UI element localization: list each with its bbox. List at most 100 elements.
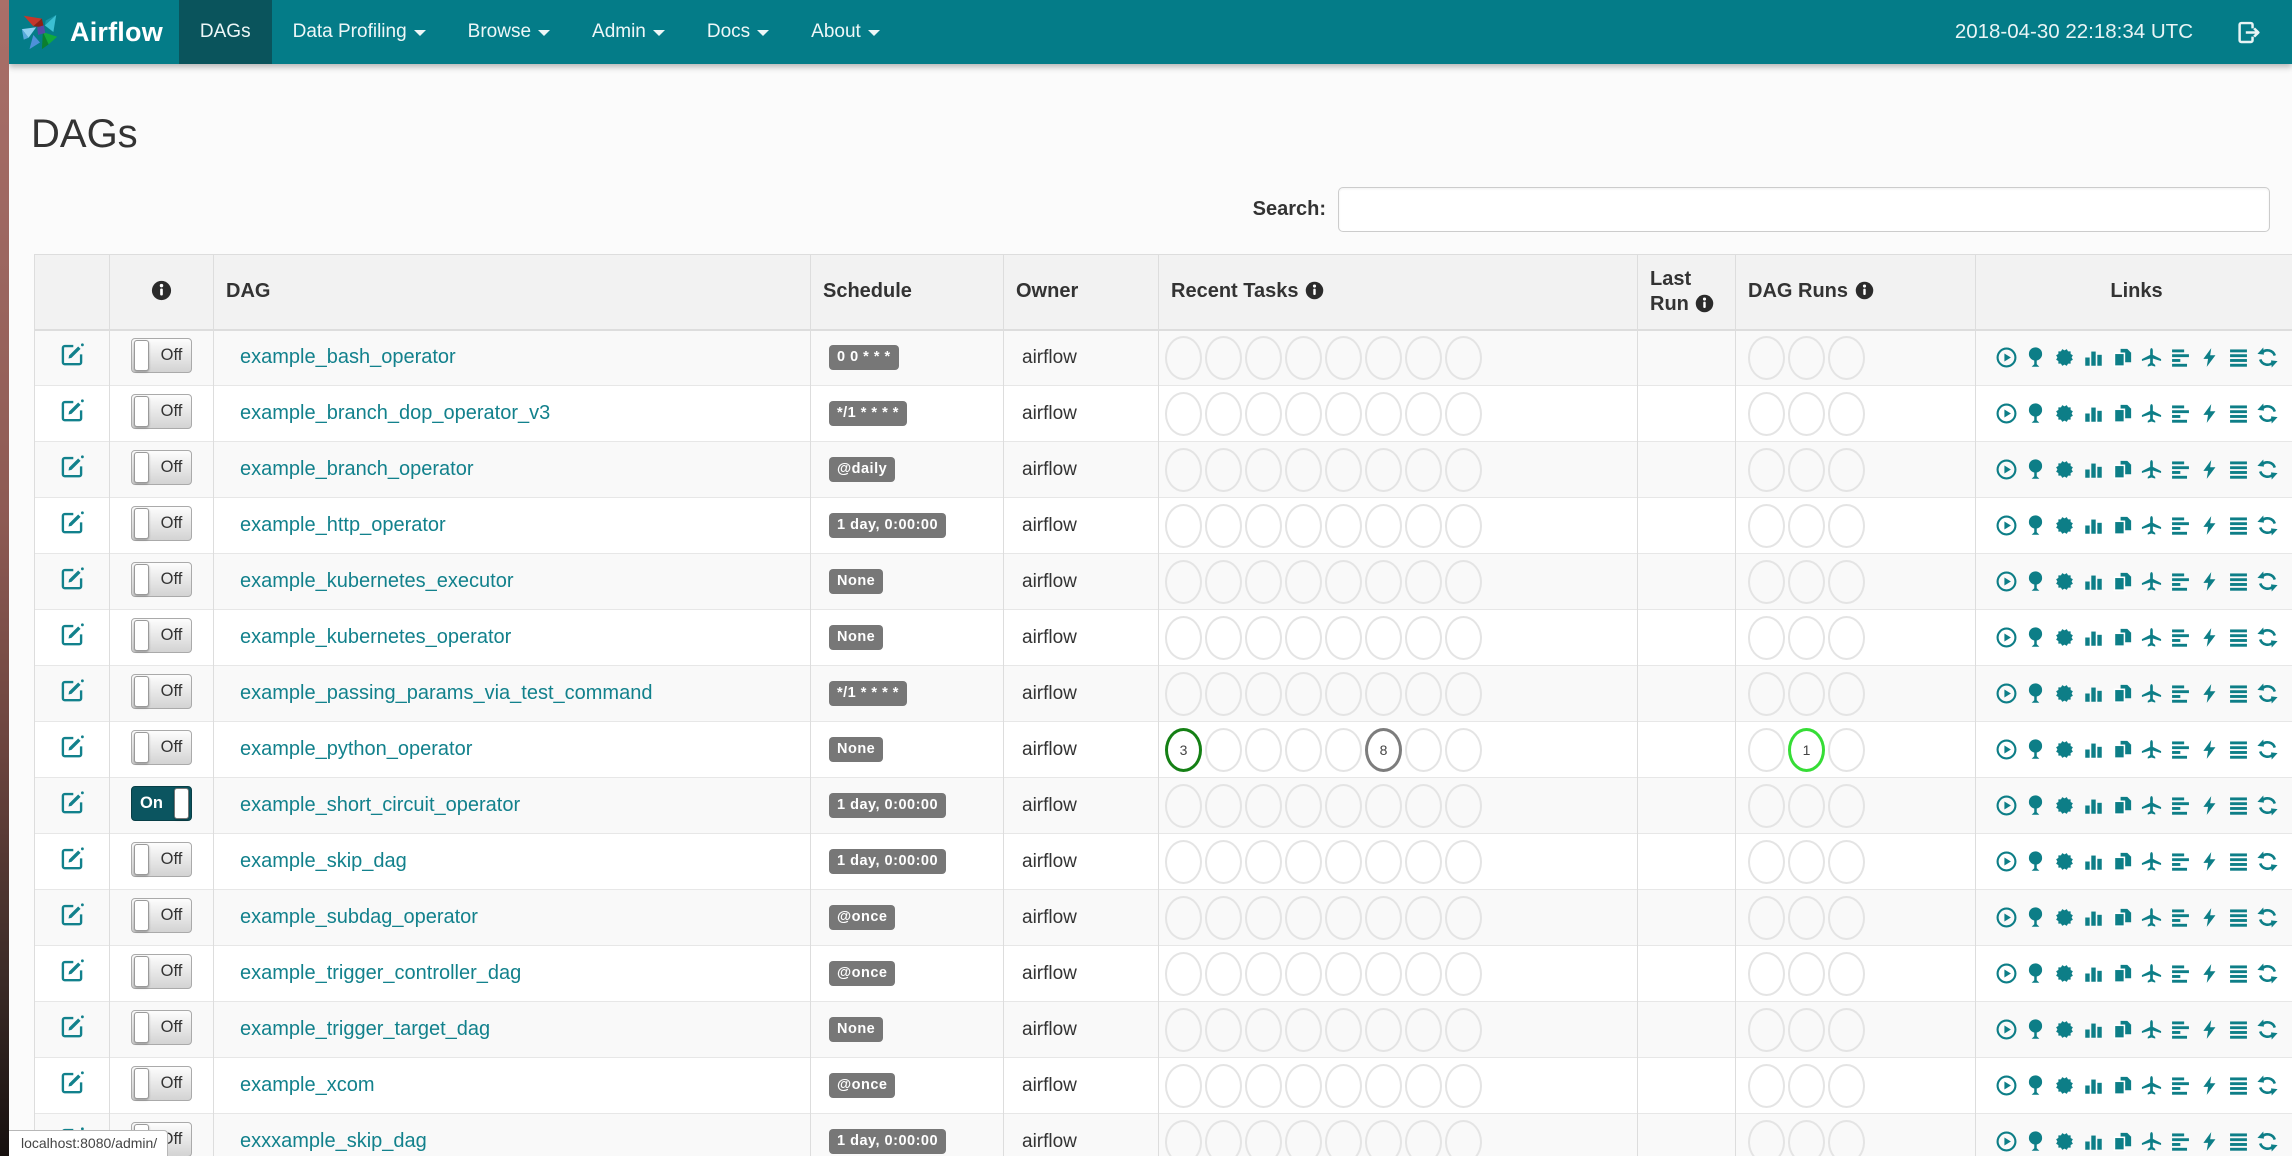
logs-link[interactable] bbox=[2227, 850, 2250, 873]
graph-view-link[interactable] bbox=[2053, 514, 2076, 537]
refresh-link[interactable] bbox=[2256, 906, 2279, 929]
tree-view-link[interactable] bbox=[2024, 346, 2047, 369]
task-duration-link[interactable] bbox=[2082, 1074, 2105, 1097]
dag-link[interactable]: example_python_operator bbox=[240, 738, 472, 760]
landing-times-link[interactable] bbox=[2140, 514, 2163, 537]
edit-dag-icon[interactable] bbox=[59, 398, 85, 424]
logs-link[interactable] bbox=[2227, 514, 2250, 537]
task-tries-link[interactable] bbox=[2111, 458, 2134, 481]
code-view-link[interactable] bbox=[2198, 794, 2221, 817]
dag-pause-toggle[interactable]: Off bbox=[131, 841, 192, 877]
dag-link[interactable]: example_skip_dag bbox=[240, 850, 407, 872]
landing-times-link[interactable] bbox=[2140, 850, 2163, 873]
schedule-badge[interactable]: 1 day, 0:00:00 bbox=[829, 1129, 947, 1154]
code-view-link[interactable] bbox=[2198, 570, 2221, 593]
code-view-link[interactable] bbox=[2198, 850, 2221, 873]
tree-view-link[interactable] bbox=[2024, 514, 2047, 537]
graph-view-link[interactable] bbox=[2053, 962, 2076, 985]
task-duration-link[interactable] bbox=[2082, 850, 2105, 873]
tree-view-link[interactable] bbox=[2024, 682, 2047, 705]
task-tries-link[interactable] bbox=[2111, 1130, 2134, 1153]
graph-view-link[interactable] bbox=[2053, 570, 2076, 593]
dag-pause-toggle[interactable]: Off bbox=[131, 505, 192, 541]
refresh-link[interactable] bbox=[2256, 346, 2279, 369]
landing-times-link[interactable] bbox=[2140, 458, 2163, 481]
trigger-dag-link[interactable] bbox=[1995, 850, 2018, 873]
tree-view-link[interactable] bbox=[2024, 1130, 2047, 1153]
task-tries-link[interactable] bbox=[2111, 570, 2134, 593]
landing-times-link[interactable] bbox=[2140, 1130, 2163, 1153]
dag-link[interactable]: example_short_circuit_operator bbox=[240, 794, 520, 816]
schedule-badge[interactable]: 0 0 * * * bbox=[829, 345, 899, 371]
gantt-view-link[interactable] bbox=[2169, 962, 2192, 985]
task-tries-link[interactable] bbox=[2111, 962, 2134, 985]
task-duration-link[interactable] bbox=[2082, 1018, 2105, 1041]
dag-pause-toggle[interactable]: Off bbox=[131, 729, 192, 765]
trigger-dag-link[interactable] bbox=[1995, 1074, 2018, 1097]
graph-view-link[interactable] bbox=[2053, 850, 2076, 873]
logs-link[interactable] bbox=[2227, 346, 2250, 369]
edit-dag-icon[interactable] bbox=[59, 902, 85, 928]
code-view-link[interactable] bbox=[2198, 738, 2221, 761]
graph-view-link[interactable] bbox=[2053, 738, 2076, 761]
task-tries-link[interactable] bbox=[2111, 626, 2134, 649]
task-duration-link[interactable] bbox=[2082, 738, 2105, 761]
dag-pause-toggle[interactable]: Off bbox=[131, 337, 192, 373]
dag-pause-toggle[interactable]: Off bbox=[131, 617, 192, 653]
trigger-dag-link[interactable] bbox=[1995, 962, 2018, 985]
tree-view-link[interactable] bbox=[2024, 794, 2047, 817]
task-duration-link[interactable] bbox=[2082, 962, 2105, 985]
landing-times-link[interactable] bbox=[2140, 346, 2163, 369]
refresh-link[interactable] bbox=[2256, 570, 2279, 593]
dag-pause-toggle[interactable]: Off bbox=[131, 449, 192, 485]
trigger-dag-link[interactable] bbox=[1995, 1018, 2018, 1041]
task-tries-link[interactable] bbox=[2111, 346, 2134, 369]
code-view-link[interactable] bbox=[2198, 1130, 2221, 1153]
graph-view-link[interactable] bbox=[2053, 402, 2076, 425]
landing-times-link[interactable] bbox=[2140, 570, 2163, 593]
edit-dag-icon[interactable] bbox=[59, 454, 85, 480]
gantt-view-link[interactable] bbox=[2169, 570, 2192, 593]
refresh-link[interactable] bbox=[2256, 402, 2279, 425]
landing-times-link[interactable] bbox=[2140, 402, 2163, 425]
task-duration-link[interactable] bbox=[2082, 570, 2105, 593]
trigger-dag-link[interactable] bbox=[1995, 794, 2018, 817]
landing-times-link[interactable] bbox=[2140, 794, 2163, 817]
nav-item-dags[interactable]: DAGs bbox=[178, 0, 272, 64]
tree-view-link[interactable] bbox=[2024, 1018, 2047, 1041]
logs-link[interactable] bbox=[2227, 682, 2250, 705]
nav-item-docs[interactable]: Docs bbox=[686, 0, 790, 64]
edit-dag-icon[interactable] bbox=[59, 734, 85, 760]
gantt-view-link[interactable] bbox=[2169, 514, 2192, 537]
tree-view-link[interactable] bbox=[2024, 402, 2047, 425]
refresh-link[interactable] bbox=[2256, 626, 2279, 649]
landing-times-link[interactable] bbox=[2140, 962, 2163, 985]
code-view-link[interactable] bbox=[2198, 514, 2221, 537]
logs-link[interactable] bbox=[2227, 794, 2250, 817]
refresh-link[interactable] bbox=[2256, 794, 2279, 817]
logs-link[interactable] bbox=[2227, 962, 2250, 985]
task-tries-link[interactable] bbox=[2111, 514, 2134, 537]
gantt-view-link[interactable] bbox=[2169, 794, 2192, 817]
refresh-link[interactable] bbox=[2256, 962, 2279, 985]
graph-view-link[interactable] bbox=[2053, 1130, 2076, 1153]
landing-times-link[interactable] bbox=[2140, 626, 2163, 649]
code-view-link[interactable] bbox=[2198, 402, 2221, 425]
schedule-badge[interactable]: None bbox=[829, 1017, 884, 1042]
refresh-link[interactable] bbox=[2256, 1130, 2279, 1153]
dag-pause-toggle[interactable]: Off bbox=[131, 1009, 192, 1045]
dag-pause-toggle[interactable]: Off bbox=[131, 953, 192, 989]
dag-pause-toggle[interactable]: Off bbox=[131, 1065, 192, 1101]
task-count-circle[interactable]: 1 bbox=[1788, 727, 1825, 772]
tree-view-link[interactable] bbox=[2024, 458, 2047, 481]
gantt-view-link[interactable] bbox=[2169, 1130, 2192, 1153]
landing-times-link[interactable] bbox=[2140, 682, 2163, 705]
edit-dag-icon[interactable] bbox=[59, 622, 85, 648]
task-tries-link[interactable] bbox=[2111, 906, 2134, 929]
task-duration-link[interactable] bbox=[2082, 402, 2105, 425]
edit-dag-icon[interactable] bbox=[59, 846, 85, 872]
dag-link[interactable]: example_xcom bbox=[240, 1074, 375, 1096]
trigger-dag-link[interactable] bbox=[1995, 682, 2018, 705]
trigger-dag-link[interactable] bbox=[1995, 346, 2018, 369]
schedule-badge[interactable]: 1 day, 0:00:00 bbox=[829, 849, 947, 874]
